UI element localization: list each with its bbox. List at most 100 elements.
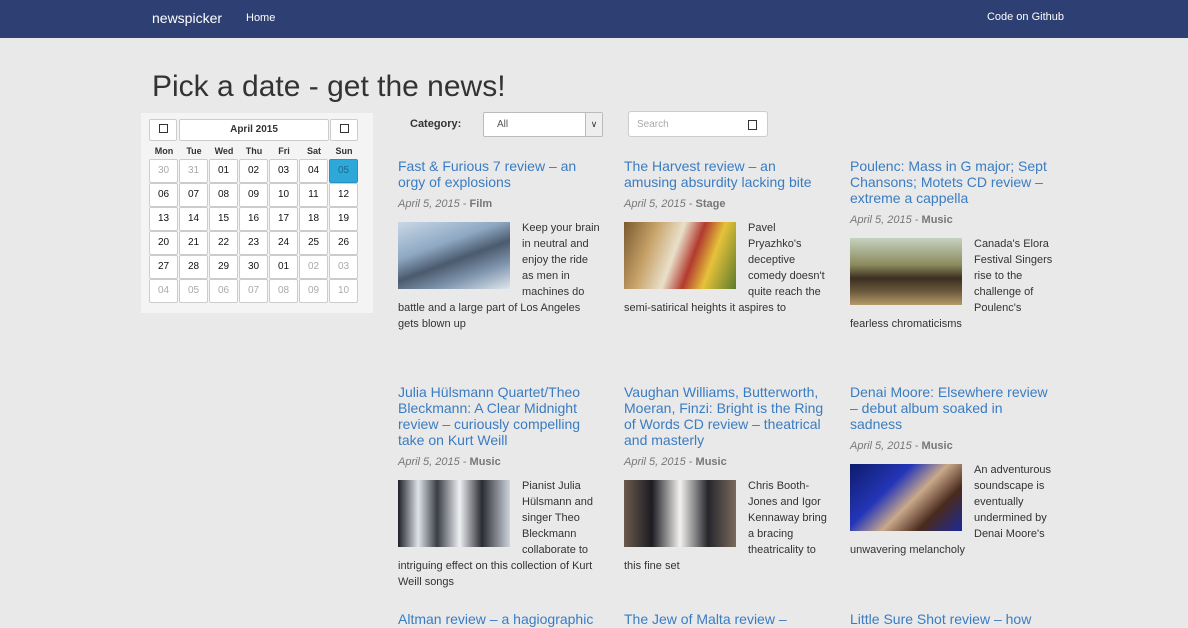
calendar-day[interactable]: 28 xyxy=(179,255,208,279)
calendar-day[interactable]: 13 xyxy=(149,207,178,231)
calendar-day[interactable]: 09 xyxy=(239,183,268,207)
article-thumbnail[interactable] xyxy=(398,480,510,547)
page-title: Pick a date - get the news! xyxy=(152,70,506,103)
article-date: April 5, 2015 xyxy=(850,214,912,226)
calendar-day[interactable]: 18 xyxy=(299,207,328,231)
calendar-day[interactable]: 02 xyxy=(299,255,328,279)
article-title-link[interactable]: Julia Hülsmann Quartet/Theo Bleckmann: A… xyxy=(398,384,602,448)
next-arrow-icon xyxy=(339,123,349,133)
article-thumbnail[interactable] xyxy=(850,238,962,305)
calendar-day[interactable]: 09 xyxy=(299,279,328,303)
calendar-day[interactable]: 24 xyxy=(269,231,298,255)
nav-home-link[interactable]: Home xyxy=(246,12,275,24)
article-body: Chris Booth-Jones and Igor Kennaway brin… xyxy=(624,478,828,574)
calendar-day[interactable]: 31 xyxy=(179,159,208,183)
calendar-day[interactable]: 01 xyxy=(269,255,298,279)
calendar-day[interactable]: 03 xyxy=(329,255,358,279)
calendar-day[interactable]: 12 xyxy=(329,183,358,207)
article-category: Music xyxy=(921,214,953,226)
article-card: The Harvest review – an amusing absurdit… xyxy=(624,158,828,316)
article-title-link[interactable]: Fast & Furious 7 review – an orgy of exp… xyxy=(398,158,602,190)
article-card: Denai Moore: Elsewhere review – debut al… xyxy=(850,384,1054,558)
article-meta: April 5, 2015 - Music xyxy=(850,214,953,226)
search-icon[interactable] xyxy=(748,120,757,130)
brand-link[interactable]: newspicker xyxy=(152,10,222,26)
calendar-day[interactable]: 10 xyxy=(269,183,298,207)
top-navbar: newspicker Home Code on Github xyxy=(0,0,1188,38)
article-meta: April 5, 2015 - Music xyxy=(850,440,953,452)
prev-arrow-icon xyxy=(158,123,168,133)
prev-month-button[interactable] xyxy=(149,119,177,141)
weekday-header: Fri xyxy=(278,146,290,156)
calendar-day[interactable]: 01 xyxy=(209,159,238,183)
article-date: April 5, 2015 xyxy=(624,456,686,468)
next-month-button[interactable] xyxy=(330,119,358,141)
article-card: Julia Hülsmann Quartet/Theo Bleckmann: A… xyxy=(398,384,602,590)
article-card: The Jew of Malta review – xyxy=(624,611,828,627)
calendar-day[interactable]: 15 xyxy=(209,207,238,231)
article-meta: April 5, 2015 - Music xyxy=(398,456,501,468)
calendar-day[interactable]: 26 xyxy=(329,231,358,255)
article-thumbnail[interactable] xyxy=(624,480,736,547)
calendar-day[interactable]: 25 xyxy=(299,231,328,255)
calendar-day[interactable]: 11 xyxy=(299,183,328,207)
article-date: April 5, 2015 xyxy=(398,456,460,468)
article-title-link[interactable]: Altman review – a hagiographic xyxy=(398,611,602,627)
article-title-link[interactable]: Little Sure Shot review – how xyxy=(850,611,1054,627)
article-body: Pianist Julia Hülsmann and singer Theo B… xyxy=(398,478,602,590)
search-input[interactable] xyxy=(637,116,745,132)
calendar-day[interactable]: 04 xyxy=(299,159,328,183)
article-card: Poulenc: Mass in G major; Sept Chansons;… xyxy=(850,158,1054,332)
calendar-day[interactable]: 30 xyxy=(149,159,178,183)
nav-github-link[interactable]: Code on Github xyxy=(987,11,1064,23)
article-category: Music xyxy=(695,456,727,468)
month-title-button[interactable]: April 2015 xyxy=(179,119,329,141)
article-body: Pavel Pryazhko's deceptive comedy doesn'… xyxy=(624,220,828,316)
article-category: Music xyxy=(469,456,501,468)
calendar-day[interactable]: 06 xyxy=(149,183,178,207)
calendar-day[interactable]: 14 xyxy=(179,207,208,231)
calendar-day[interactable]: 21 xyxy=(179,231,208,255)
calendar-day[interactable]: 07 xyxy=(179,183,208,207)
calendar-day[interactable]: 05 xyxy=(179,279,208,303)
calendar-day[interactable]: 07 xyxy=(239,279,268,303)
calendar-day[interactable]: 08 xyxy=(269,279,298,303)
article-date: April 5, 2015 xyxy=(624,198,686,210)
article-body: An adventurous soundscape is eventually … xyxy=(850,462,1054,558)
calendar-day[interactable]: 03 xyxy=(269,159,298,183)
article-thumbnail[interactable] xyxy=(624,222,736,289)
chevron-down-icon[interactable]: ∨ xyxy=(585,113,602,136)
weekday-header: Wed xyxy=(214,146,234,156)
calendar-day[interactable]: 20 xyxy=(149,231,178,255)
article-card: Fast & Furious 7 review – an orgy of exp… xyxy=(398,158,602,332)
calendar-day[interactable]: 22 xyxy=(209,231,238,255)
calendar-day[interactable]: 05 xyxy=(329,159,358,183)
article-title-link[interactable]: The Jew of Malta review – xyxy=(624,611,828,627)
article-title-link[interactable]: Poulenc: Mass in G major; Sept Chansons;… xyxy=(850,158,1054,206)
article-thumbnail[interactable] xyxy=(398,222,510,289)
calendar-day[interactable]: 06 xyxy=(209,279,238,303)
calendar-day[interactable]: 17 xyxy=(269,207,298,231)
article-card: Vaughan Williams, Butterworth, Moeran, F… xyxy=(624,384,828,574)
article-meta: April 5, 2015 - Music xyxy=(624,456,727,468)
calendar-day[interactable]: 29 xyxy=(209,255,238,279)
calendar-day[interactable]: 16 xyxy=(239,207,268,231)
article-title-link[interactable]: The Harvest review – an amusing absurdit… xyxy=(624,158,828,190)
calendar-day[interactable]: 10 xyxy=(329,279,358,303)
weekday-header: Sun xyxy=(335,146,353,156)
calendar-day[interactable]: 30 xyxy=(239,255,268,279)
calendar-day[interactable]: 02 xyxy=(239,159,268,183)
article-title-link[interactable]: Vaughan Williams, Butterworth, Moeran, F… xyxy=(624,384,828,448)
date-picker: April 2015 Mon Tue Wed Thu Fri Sat Sun 30 31 01 02… xyxy=(141,113,373,313)
calendar-day[interactable]: 27 xyxy=(149,255,178,279)
category-label: Category: xyxy=(410,118,462,130)
calendar-day[interactable]: 08 xyxy=(209,183,238,207)
article-title-link[interactable]: Denai Moore: Elsewhere review – debut al… xyxy=(850,384,1054,432)
calendar-day[interactable]: 19 xyxy=(329,207,358,231)
article-meta: April 5, 2015 - Film xyxy=(398,198,493,210)
article-thumbnail[interactable] xyxy=(850,464,962,531)
calendar-day[interactable]: 23 xyxy=(239,231,268,255)
category-select[interactable]: All ∨ xyxy=(483,112,603,137)
article-meta: April 5, 2015 - Stage xyxy=(624,198,726,210)
calendar-day[interactable]: 04 xyxy=(149,279,178,303)
